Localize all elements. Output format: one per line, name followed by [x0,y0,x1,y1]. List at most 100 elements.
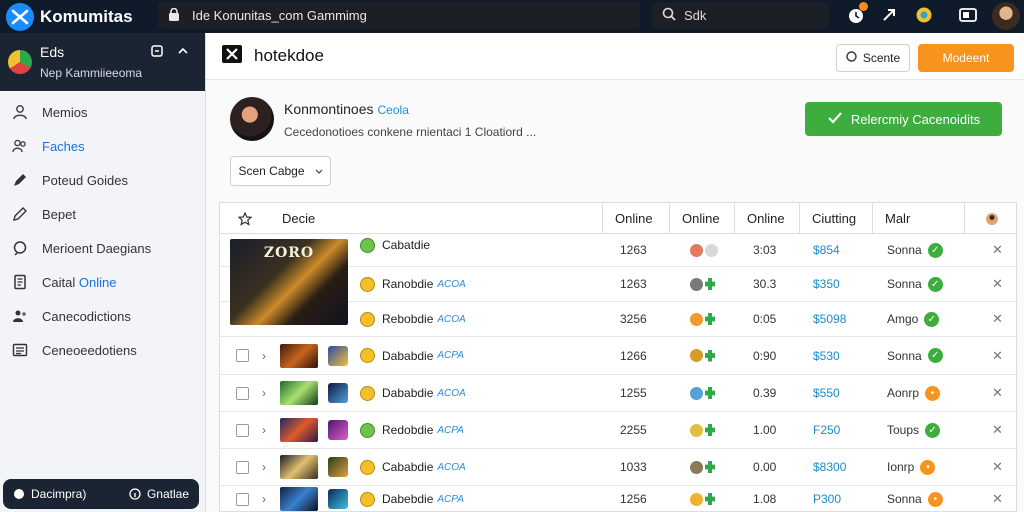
user-avatar[interactable] [992,2,1020,30]
chevron-right-icon[interactable]: › [262,349,266,363]
primary-button[interactable]: Modeent [918,44,1014,72]
puzzle-icon [705,461,715,473]
row-name[interactable]: Redobdie [382,423,433,437]
community-avatar[interactable] [230,97,274,141]
sidebar-footer: Dacimpra) Gnatlae [3,479,199,509]
row-tag: ACPA [437,493,464,505]
row-name[interactable]: Dababdie [382,386,433,400]
warning-circle-icon: • [920,459,936,475]
sidebar-item-guides[interactable]: Poteud Goides [0,163,205,197]
chevron-right-icon[interactable]: › [262,423,266,437]
row-name[interactable]: Rebobdie [382,312,433,326]
search-input[interactable]: Sdk [652,2,829,29]
community-tag[interactable]: Ceola [378,103,409,117]
game-thumbnail[interactable] [280,455,318,479]
star-icon[interactable] [220,203,270,234]
game-thumbnail[interactable] [280,418,318,442]
check-circle-icon: ✓ [927,242,943,258]
warning-circle-icon: • [925,385,941,401]
col-header-status[interactable]: Malr [872,203,964,234]
list-icon [12,342,28,358]
table-header: Decie Online Online Online Ciutting Malr [220,203,1016,234]
close-icon[interactable]: ✕ [992,348,1003,364]
row-price: P300 [813,492,842,506]
table-row[interactable]: › Dabebdie ACPA 1256 1.08 P300 Sonna • ✕ [220,486,1018,512]
row-checkbox[interactable] [236,349,249,362]
sort-dropdown[interactable]: Scen Cabge [230,156,331,186]
table-row[interactable]: › Dababdie ACOA 1255 0.39 $550 Aonrp • ✕ [220,375,1018,412]
col-header-avatar-icon[interactable] [964,203,1018,234]
close-icon[interactable]: ✕ [992,422,1003,438]
chevron-down-icon [315,164,323,178]
chevron-up-icon[interactable] [177,45,189,60]
col-header-name[interactable]: Decie [270,203,602,234]
x-logo-icon[interactable] [222,44,242,68]
row-checkbox[interactable] [236,460,249,474]
row-count: 0:05 [753,312,777,326]
game-thumbnail[interactable] [280,381,318,405]
row-name[interactable]: Dababdie [382,349,433,363]
emoji-icon[interactable] [914,5,934,25]
featured-game-image[interactable]: ZORO [230,239,348,325]
status-dot-icon [705,243,718,257]
sidebar-item-faches[interactable]: Faches [0,129,205,163]
sidebar-item-report[interactable]: Bepet [0,197,205,231]
notification-icon[interactable] [846,2,868,25]
chevron-right-icon[interactable]: › [262,460,266,474]
table-row[interactable]: › Cababdie ACOA 1033 0.00 $8300 Ionrp • ✕ [220,449,1018,486]
chevron-right-icon[interactable]: › [262,386,266,400]
close-icon[interactable]: ✕ [992,385,1003,401]
warning-circle-icon: • [927,491,943,507]
coin-icon [360,385,375,401]
footer-right-button[interactable]: Gnatlae [129,487,189,501]
row-players: 1266 [620,348,647,363]
row-name[interactable]: Dabebdie [382,492,433,506]
community-info: Konmontinoes Ceola Cecedonotioes conkene … [230,97,536,141]
page-title: hotekdoe [254,46,324,65]
table-row[interactable]: › Redobdie ACPA 2255 1.00 F250 Toups ✓ ✕ [220,412,1018,449]
row-name[interactable]: Ranobdie [382,277,433,291]
close-icon[interactable]: ✕ [992,459,1003,475]
row-name[interactable]: Cabatdie [382,238,430,252]
sidebar-item-discussions[interactable]: Merioent Daegians [0,231,205,265]
col-header-cutting[interactable]: Ciutting [799,203,872,234]
search-icon[interactable] [151,45,163,60]
sidebar-item-online[interactable]: Caital Online [0,265,205,299]
row-checkbox[interactable] [236,423,249,437]
puzzle-icon [705,349,715,362]
secondary-button[interactable]: Scente [836,44,910,72]
table-row[interactable]: › Dababdie ACPA 1266 0:90 $530 Sonna ✓ ✕ [220,337,1018,375]
check-icon [827,111,843,128]
share-icon[interactable] [880,5,900,25]
row-checkbox[interactable] [236,386,249,400]
sidebar-item-members[interactable]: Memios [0,95,205,129]
row-players: 1263 [620,243,647,257]
row-count: 30.3 [753,277,777,291]
chevron-right-icon[interactable]: › [262,492,266,506]
main-content: hotekdoe Scente Modeent Konmontinoes Ceol… [206,33,1024,512]
row-checkbox[interactable] [236,492,249,506]
row-status: Sonna [887,492,922,506]
col-header-online-2[interactable]: Online [669,203,734,234]
close-icon[interactable]: ✕ [992,276,1003,292]
address-bar[interactable]: Ide Konunitas_com Gammimg [158,2,640,29]
sidebar-item-list[interactable]: Ceneoeedotiens [0,333,205,367]
close-icon[interactable]: ✕ [992,491,1003,507]
sidebar-item-connections[interactable]: Canecodictions [0,299,205,333]
close-icon[interactable]: ✕ [992,311,1003,327]
close-icon[interactable]: ✕ [992,242,1003,258]
row-tag: ACOA [437,313,466,325]
col-header-online-3[interactable]: Online [734,203,799,234]
window-icon[interactable] [958,5,978,25]
row-name[interactable]: Cababdie [382,460,433,474]
coin-icon [360,311,375,327]
game-thumbnail[interactable] [280,487,318,511]
join-button[interactable]: Relercmiy Cacenoidits [805,102,1002,136]
game-thumbnail[interactable] [280,343,318,368]
row-price: $550 [813,386,840,400]
footer-left-button[interactable]: Dacimpra) [13,487,86,501]
col-header-online-1[interactable]: Online [602,203,669,234]
row-players: 2255 [620,423,647,437]
brand[interactable]: Komumitas [6,3,133,31]
address-text: Ide Konunitas_com Gammimg [192,8,367,23]
